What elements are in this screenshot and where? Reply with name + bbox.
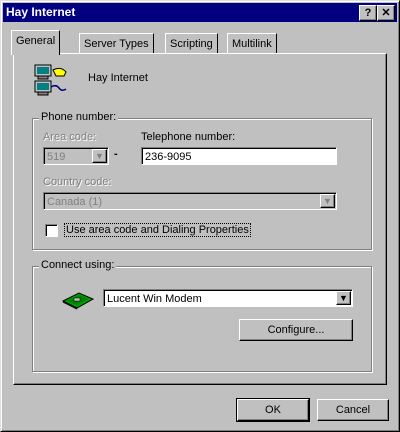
modem-dropdown[interactable]: Lucent Win Modem ▼ — [103, 289, 353, 307]
chevron-down-icon: ▼ — [92, 149, 107, 163]
country-code-label: Country code: — [43, 176, 112, 188]
help-button[interactable]: ? — [359, 5, 377, 21]
modem-value: Lucent Win Modem — [107, 293, 202, 305]
chevron-down-icon[interactable]: ▼ — [336, 291, 351, 305]
window-title: Hay Internet — [6, 5, 76, 19]
tab-general-label: General — [16, 35, 56, 47]
tab-multilink[interactable]: Multilink — [227, 33, 277, 54]
chevron-down-icon: ▼ — [320, 194, 335, 208]
configure-button[interactable]: Configure... — [239, 319, 353, 341]
close-button[interactable]: ✕ — [377, 5, 395, 21]
tab-scripting-label: Scripting — [170, 38, 213, 50]
connect-using-group-label: Connect using: — [39, 259, 117, 271]
area-code-value: 519 — [47, 151, 66, 163]
cancel-button[interactable]: Cancel — [317, 399, 389, 421]
telephone-input[interactable]: 236-9095 — [141, 147, 337, 165]
phone-dash: - — [114, 148, 118, 160]
dialog-window: Hay Internet ? ✕ General Server Types Sc… — [0, 0, 400, 432]
connection-icon — [34, 64, 67, 96]
use-area-code-checkbox[interactable] — [45, 224, 58, 237]
title-bar[interactable]: Hay Internet ? ✕ — [3, 3, 397, 22]
phone-number-group: Phone number: Area code: 519 ▼ - Telepho… — [32, 111, 372, 250]
connect-using-group: Connect using: Lucent Win Modem ▼ Config… — [32, 259, 372, 372]
tab-scripting[interactable]: Scripting — [165, 33, 218, 54]
tab-server-types-label: Server Types — [84, 38, 149, 50]
cancel-button-label: Cancel — [335, 404, 371, 416]
area-code-label: Area code: — [43, 131, 97, 143]
country-code-dropdown: Canada (1) ▼ — [43, 192, 337, 210]
telephone-value: 236-9095 — [145, 151, 192, 163]
general-tab-panel: Hay Internet Phone number: Area code: 51… — [13, 53, 387, 385]
tab-server-types[interactable]: Server Types — [79, 33, 154, 54]
tab-general[interactable]: General — [11, 30, 61, 55]
configure-button-label: Configure... — [267, 324, 325, 336]
connection-name: Hay Internet — [88, 72, 148, 84]
area-code-dropdown: 519 ▼ — [43, 147, 109, 165]
ok-button-label: OK — [265, 404, 281, 416]
tab-multilink-label: Multilink — [232, 38, 272, 50]
ok-button[interactable]: OK — [236, 398, 310, 422]
phone-number-group-label: Phone number: — [39, 111, 119, 123]
modem-icon — [61, 292, 95, 310]
telephone-label: Telephone number: — [141, 131, 236, 143]
use-area-code-label[interactable]: Use area code and Dialing Properties — [64, 223, 251, 237]
country-code-value: Canada (1) — [47, 196, 103, 208]
